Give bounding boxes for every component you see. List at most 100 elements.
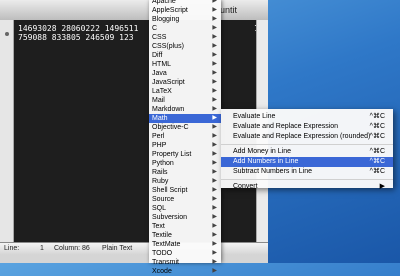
bundle-item-objective-c[interactable]: Objective-C ▶ bbox=[149, 123, 221, 132]
submenu-arrow-icon: ▶ bbox=[212, 7, 217, 13]
shortcut-label: ^⌘C bbox=[369, 123, 385, 130]
submenu-arrow-icon: ▶ bbox=[212, 214, 217, 220]
menu-separator bbox=[221, 179, 393, 180]
bundle-item-label: Python bbox=[152, 160, 174, 167]
bundle-item-xcode[interactable]: Xcode ▶ bbox=[149, 267, 221, 276]
shortcut-label: ^⌘C bbox=[369, 158, 385, 165]
line-gutter[interactable] bbox=[0, 20, 14, 242]
bundle-item-java[interactable]: Java ▶ bbox=[149, 69, 221, 78]
math-submenu: Evaluate Line ^⌘C Evaluate and Replace Exp… bbox=[221, 109, 393, 190]
bundle-item-label: LaTeX bbox=[152, 88, 172, 95]
submenu-arrow-icon: ▶ bbox=[212, 178, 217, 184]
bundle-item-label: Property List bbox=[152, 151, 192, 158]
bundle-item-math[interactable]: Math ▶ bbox=[149, 114, 221, 123]
bundle-item-css-plus-[interactable]: CSS(plus) ▶ bbox=[149, 42, 221, 51]
bundle-item-label: TODO bbox=[152, 250, 173, 257]
bundle-item-label: Mail bbox=[152, 97, 165, 104]
bundle-item-textile[interactable]: Textile ▶ bbox=[149, 231, 221, 240]
line-label: Line: bbox=[4, 245, 20, 252]
code-line-2: 759088 833805 246509 123 bbox=[18, 33, 134, 42]
bundle-item-label: Math bbox=[152, 115, 168, 122]
bundle-item-todo[interactable]: TODO ▶ bbox=[149, 249, 221, 258]
submenu-arrow-icon: ▶ bbox=[212, 124, 217, 130]
bundle-item-label: Markdown bbox=[152, 106, 185, 113]
bundle-item-python[interactable]: Python ▶ bbox=[149, 159, 221, 168]
status-bar: Line: 1 Column: 86 Plain Text bbox=[0, 242, 268, 255]
shortcut-label: ^⌘C bbox=[369, 133, 385, 140]
bundle-item-perl[interactable]: Perl ▶ bbox=[149, 132, 221, 141]
submenu-arrow-icon: ▶ bbox=[212, 97, 217, 103]
bundle-item-diff[interactable]: Diff ▶ bbox=[149, 51, 221, 60]
submenu-arrow-icon: ▶ bbox=[212, 106, 217, 112]
bundle-item-label: Perl bbox=[152, 133, 165, 140]
math-item-evaluate-and-replace-expression[interactable]: Evaluate and Replace Expression ^⌘C bbox=[221, 122, 393, 132]
submenu-arrow-icon: ▶ bbox=[212, 268, 217, 274]
language-popup[interactable]: Plain Text bbox=[102, 245, 132, 252]
bundle-item-label: Subversion bbox=[152, 214, 188, 221]
submenu-arrow-icon: ▶ bbox=[212, 115, 217, 121]
math-item-evaluate-line[interactable]: Evaluate Line ^⌘C bbox=[221, 112, 393, 122]
math-item-label: Add Numbers in Line bbox=[233, 158, 299, 165]
bundle-item-label: Java bbox=[152, 70, 167, 77]
math-item-add-money-in-line[interactable]: Add Money in Line ^⌘C bbox=[221, 147, 393, 157]
math-item-add-numbers-in-line[interactable]: Add Numbers in Line ^⌘C bbox=[221, 157, 393, 167]
bundle-item-label: CSS bbox=[152, 34, 167, 41]
submenu-arrow-icon: ▶ bbox=[212, 52, 217, 58]
math-item-label: Subtract Numbers in Line bbox=[233, 168, 312, 175]
bundle-item-source[interactable]: Source ▶ bbox=[149, 195, 221, 204]
menu-separator bbox=[221, 144, 393, 145]
bundle-item-label: Textile bbox=[152, 232, 172, 239]
bundle-item-latex[interactable]: LaTeX ▶ bbox=[149, 87, 221, 96]
bundle-item-blogging[interactable]: Blogging ▶ bbox=[149, 15, 221, 24]
bundle-item-text[interactable]: Text ▶ bbox=[149, 222, 221, 231]
bundle-item-property-list[interactable]: Property List ▶ bbox=[149, 150, 221, 159]
bundle-item-html[interactable]: HTML ▶ bbox=[149, 60, 221, 69]
math-item-convert[interactable]: Convert ▶ bbox=[221, 182, 393, 192]
column-value: 86 bbox=[82, 245, 90, 252]
bundle-item-label: Rails bbox=[152, 169, 168, 176]
bundle-item-label: Blogging bbox=[152, 16, 180, 23]
math-item-label: Evaluate and Replace Expression (rounded… bbox=[233, 133, 371, 140]
submenu-arrow-icon: ▶ bbox=[212, 187, 217, 193]
bundle-item-ruby[interactable]: Ruby ▶ bbox=[149, 177, 221, 186]
submenu-arrow-icon: ▶ bbox=[212, 160, 217, 166]
bundle-item-label: CSS(plus) bbox=[152, 43, 184, 50]
bundles-menu: Apache ▶ AppleScript ▶ Blogging ▶ C ▶ CSS ▶ CSS(pl… bbox=[149, 0, 221, 275]
bundle-item-javascript[interactable]: JavaScript ▶ bbox=[149, 78, 221, 87]
bundle-item-label: Text bbox=[152, 223, 165, 230]
submenu-arrow-icon: ▶ bbox=[212, 43, 217, 49]
submenu-arrow-icon: ▶ bbox=[212, 133, 217, 139]
submenu-arrow-icon: ▶ bbox=[212, 250, 217, 256]
line-marker-icon bbox=[5, 32, 9, 36]
bundle-item-label: Xcode bbox=[152, 268, 172, 275]
bundle-item-label: C bbox=[152, 25, 158, 32]
bundle-item-mail[interactable]: Mail ▶ bbox=[149, 96, 221, 105]
math-item-subtract-numbers-in-line[interactable]: Subtract Numbers in Line ^⌘C bbox=[221, 167, 393, 177]
math-item-evaluate-and-replace-expression-rounded-[interactable]: Evaluate and Replace Expression (rounded… bbox=[221, 132, 393, 142]
bundle-item-applescript[interactable]: AppleScript ▶ bbox=[149, 6, 221, 15]
bundle-item-label: JavaScript bbox=[152, 79, 185, 86]
bundle-item-textmate[interactable]: TextMate ▶ bbox=[149, 240, 221, 249]
bundle-item-sql[interactable]: SQL ▶ bbox=[149, 204, 221, 213]
bundle-item-label: HTML bbox=[152, 61, 172, 68]
submenu-arrow-icon: ▶ bbox=[212, 61, 217, 67]
bundle-item-rails[interactable]: Rails ▶ bbox=[149, 168, 221, 177]
bundle-item-c[interactable]: C ▶ bbox=[149, 24, 221, 33]
bundle-item-css[interactable]: CSS ▶ bbox=[149, 33, 221, 42]
bundle-item-php[interactable]: PHP ▶ bbox=[149, 141, 221, 150]
submenu-arrow-icon: ▶ bbox=[212, 223, 217, 229]
submenu-arrow-icon: ▶ bbox=[212, 88, 217, 94]
bundle-item-label: SQL bbox=[152, 205, 167, 212]
bundle-item-label: AppleScript bbox=[152, 7, 188, 14]
submenu-arrow-icon: ▶ bbox=[212, 79, 217, 85]
title-bar[interactable]: untit bbox=[0, 0, 268, 21]
submenu-arrow-icon: ▶ bbox=[212, 151, 217, 157]
submenu-arrow-icon: ▶ bbox=[212, 232, 217, 238]
shortcut-label: ^⌘C bbox=[369, 148, 385, 155]
submenu-arrow-icon: ▶ bbox=[212, 241, 217, 247]
math-item-label: Add Money in Line bbox=[233, 148, 291, 155]
bundle-item-subversion[interactable]: Subversion ▶ bbox=[149, 213, 221, 222]
bundle-item-label: PHP bbox=[152, 142, 167, 149]
bundle-item-shell-script[interactable]: Shell Script ▶ bbox=[149, 186, 221, 195]
bundle-item-markdown[interactable]: Markdown ▶ bbox=[149, 105, 221, 114]
